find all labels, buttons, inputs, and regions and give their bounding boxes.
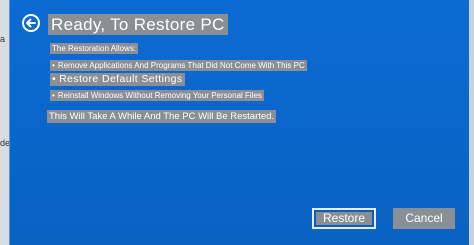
option-reinstall-windows: • Reinstall Windows Without Removing Your… (50, 90, 264, 101)
intro-text: The Restoration Allows: (50, 43, 139, 54)
bullet-icon: • (52, 91, 55, 100)
dialog-title: Ready, To Restore PC (48, 14, 228, 35)
option-label: Reinstall Windows Without Removing Your … (57, 91, 262, 100)
restore-dialog: Ready, To Restore PC The Restoration All… (9, 0, 469, 245)
option-restore-defaults: • Restore Default Settings (50, 73, 185, 86)
restore-button-label: Restore (316, 212, 372, 225)
background-window-left: a de (0, 0, 10, 245)
bullet-icon: • (52, 73, 57, 85)
cancel-button[interactable]: Cancel (393, 208, 455, 229)
option-label: Restore Default Settings (59, 73, 183, 85)
background-text-fragment: a (0, 34, 6, 44)
back-button[interactable] (22, 14, 40, 32)
bullet-icon: • (52, 61, 55, 70)
back-arrow-icon (26, 18, 36, 28)
option-remove-apps: • Remove Applications And Programs That D… (50, 60, 307, 71)
restore-button[interactable]: Restore (312, 208, 376, 229)
restart-warning: This Will Take A While And The PC Will B… (47, 110, 277, 123)
option-label: Remove Applications And Programs That Di… (57, 61, 305, 70)
